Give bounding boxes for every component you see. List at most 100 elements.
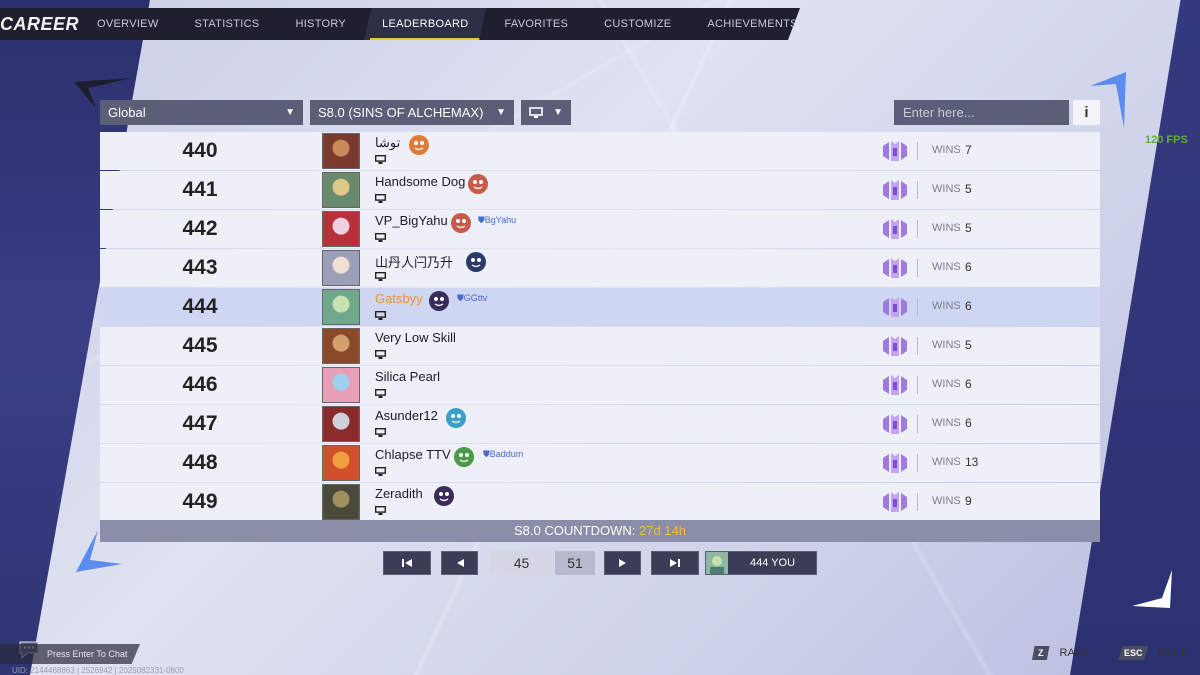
tab-leaderboard[interactable]: LEADERBOARD xyxy=(364,8,487,40)
wins-label: WINS xyxy=(932,339,961,351)
emote-icon xyxy=(468,174,488,194)
divider xyxy=(917,376,918,394)
leaderboard-row[interactable]: 446 Silica Pearl WINS 6 xyxy=(100,366,1100,404)
monitor-icon xyxy=(529,106,543,118)
emote-icon xyxy=(466,252,486,272)
countdown-label: S8.0 COUNTDOWN: xyxy=(514,523,636,538)
leaderboard-row[interactable]: 440 توشا WINS 7 xyxy=(100,132,1100,170)
tab-history[interactable]: HISTORY xyxy=(277,8,364,40)
last-page-button[interactable] xyxy=(651,551,699,575)
player-name[interactable]: Chlapse TTV xyxy=(375,447,451,462)
rank-badge-icon xyxy=(883,180,907,200)
first-page-button[interactable] xyxy=(383,551,431,575)
wins-value: 6 xyxy=(965,416,972,430)
leaderboard-row[interactable]: 445 Very Low Skill WINS 5 xyxy=(100,327,1100,365)
prev-page-button[interactable] xyxy=(441,551,478,575)
player-name[interactable]: Silica Pearl xyxy=(375,369,440,384)
leaderboard-row[interactable]: 443 山丹人闩乃升 WINS 6 xyxy=(100,249,1100,287)
tab-customize[interactable]: CUSTOMIZE xyxy=(586,8,689,40)
player-name[interactable]: Zeradith xyxy=(375,486,423,501)
back-hint-button[interactable]: ESC BACK xyxy=(1118,646,1188,660)
team-tag: ⛊BgYahu xyxy=(478,215,516,226)
info-button[interactable]: i xyxy=(1073,100,1100,125)
player-name[interactable]: Gatsbyy xyxy=(375,291,423,306)
rank-hint-button[interactable]: Z RANK xyxy=(1032,646,1090,660)
nav-brand: CAREER xyxy=(0,13,80,34)
player-name[interactable]: Very Low Skill xyxy=(375,330,456,345)
player-avatar xyxy=(322,367,360,403)
tab-statistics[interactable]: STATISTICS xyxy=(177,8,278,40)
leaderboard-row[interactable]: 448 Chlapse TTV ⛊Baddum WINS 13 xyxy=(100,444,1100,482)
region-select-value: Global xyxy=(108,105,146,120)
shield-icon: ⛊ xyxy=(478,215,485,225)
rank-number: 449 xyxy=(182,490,218,513)
wins-label: WINS xyxy=(932,456,961,468)
jump-to-me-button[interactable]: 444 YOU xyxy=(705,551,817,575)
chevron-down-icon: ▼ xyxy=(285,107,295,118)
season-select-value: S8.0 (SINS OF ALCHEMAX) xyxy=(318,105,484,120)
wins-value: 9 xyxy=(965,494,972,508)
monitor-icon xyxy=(375,155,386,164)
leaderboard-row[interactable]: 441 Handsome Dog WINS 5 xyxy=(100,171,1100,209)
wins-label: WINS xyxy=(932,183,961,195)
team-tag: ⛊GGttv xyxy=(457,293,487,304)
chevron-down-icon: ▼ xyxy=(496,107,506,118)
chat-prompt[interactable]: Press Enter To Chat xyxy=(0,644,140,664)
player-avatar xyxy=(322,328,360,364)
player-name[interactable]: 山丹人闩乃升 xyxy=(375,252,453,271)
team-tag-label: GGttv xyxy=(463,293,488,303)
search-input[interactable] xyxy=(894,100,1069,125)
rank-badge-icon xyxy=(883,453,907,473)
region-select[interactable]: Global ▼ xyxy=(100,100,303,125)
monitor-icon xyxy=(375,194,386,203)
chat-prompt-label: Press Enter To Chat xyxy=(47,649,128,659)
monitor-icon xyxy=(375,233,386,242)
leaderboard-row[interactable]: 444 Gatsbyy ⛊GGttv WINS 6 xyxy=(100,288,1100,326)
emote-icon xyxy=(451,213,471,233)
wins-label: WINS xyxy=(932,378,961,390)
tab-overview[interactable]: OVERVIEW xyxy=(79,8,177,40)
leaderboard-row[interactable]: 447 Asunder12 WINS 6 xyxy=(100,405,1100,443)
rank-key: Z xyxy=(1032,646,1050,660)
tab-album[interactable]: ALBUM xyxy=(816,8,891,40)
player-name[interactable]: VP_BigYahu xyxy=(375,213,448,228)
leaderboard-row[interactable]: 449 Zeradith WINS 9 xyxy=(100,483,1100,521)
arrow-right-icon xyxy=(618,559,626,567)
skip-first-icon xyxy=(402,559,412,567)
leaderboard-table: 440 توشا WINS 7 441 Handsome Dog WINS 5 442 VP_Bi… xyxy=(100,132,1100,522)
total-pages: 51 xyxy=(555,551,595,575)
leaderboard-row[interactable]: 442 VP_BigYahu ⛊BgYahu WINS 5 xyxy=(100,210,1100,248)
tab-achievements[interactable]: ACHIEVEMENTS xyxy=(689,8,800,40)
player-avatar xyxy=(322,211,360,247)
chevron-down-icon: ▼ xyxy=(553,107,563,118)
monitor-icon xyxy=(375,350,386,359)
current-page-input[interactable]: 45 xyxy=(489,551,554,575)
player-name[interactable]: Asunder12 xyxy=(375,408,438,423)
wins-value: 5 xyxy=(965,182,972,196)
fps-counter: 120 FPS xyxy=(1145,134,1188,146)
wins-label: WINS xyxy=(932,417,961,429)
player-avatar xyxy=(322,289,360,325)
player-avatar xyxy=(322,172,360,208)
wins-value: 13 xyxy=(965,455,979,469)
rank-number: 447 xyxy=(182,412,218,435)
player-name[interactable]: توشا xyxy=(375,135,400,151)
platform-select[interactable]: ▼ xyxy=(521,100,571,125)
back-hint-label: BACK xyxy=(1158,647,1189,659)
player-avatar xyxy=(322,406,360,442)
uid-text: UID: 2144468863 | 2526942 | 2025082331-0… xyxy=(12,666,184,675)
rank-badge-icon xyxy=(883,219,907,239)
countdown-value: 27d 14h xyxy=(638,523,686,538)
wins-value: 7 xyxy=(965,143,972,157)
divider xyxy=(917,337,918,355)
jump-to-me-label: 444 YOU xyxy=(750,557,796,569)
player-name[interactable]: Handsome Dog xyxy=(375,174,465,189)
wins-value: 6 xyxy=(965,377,972,391)
rank-badge-icon xyxy=(883,258,907,278)
player-avatar xyxy=(706,552,728,574)
season-select[interactable]: S8.0 (SINS OF ALCHEMAX) ▼ xyxy=(310,100,514,125)
tab-favorites[interactable]: FAVORITES xyxy=(487,8,587,40)
rank-number: 448 xyxy=(182,451,218,474)
next-page-button[interactable] xyxy=(604,551,641,575)
season-countdown: S8.0 COUNTDOWN: 27d 14h xyxy=(100,520,1100,542)
